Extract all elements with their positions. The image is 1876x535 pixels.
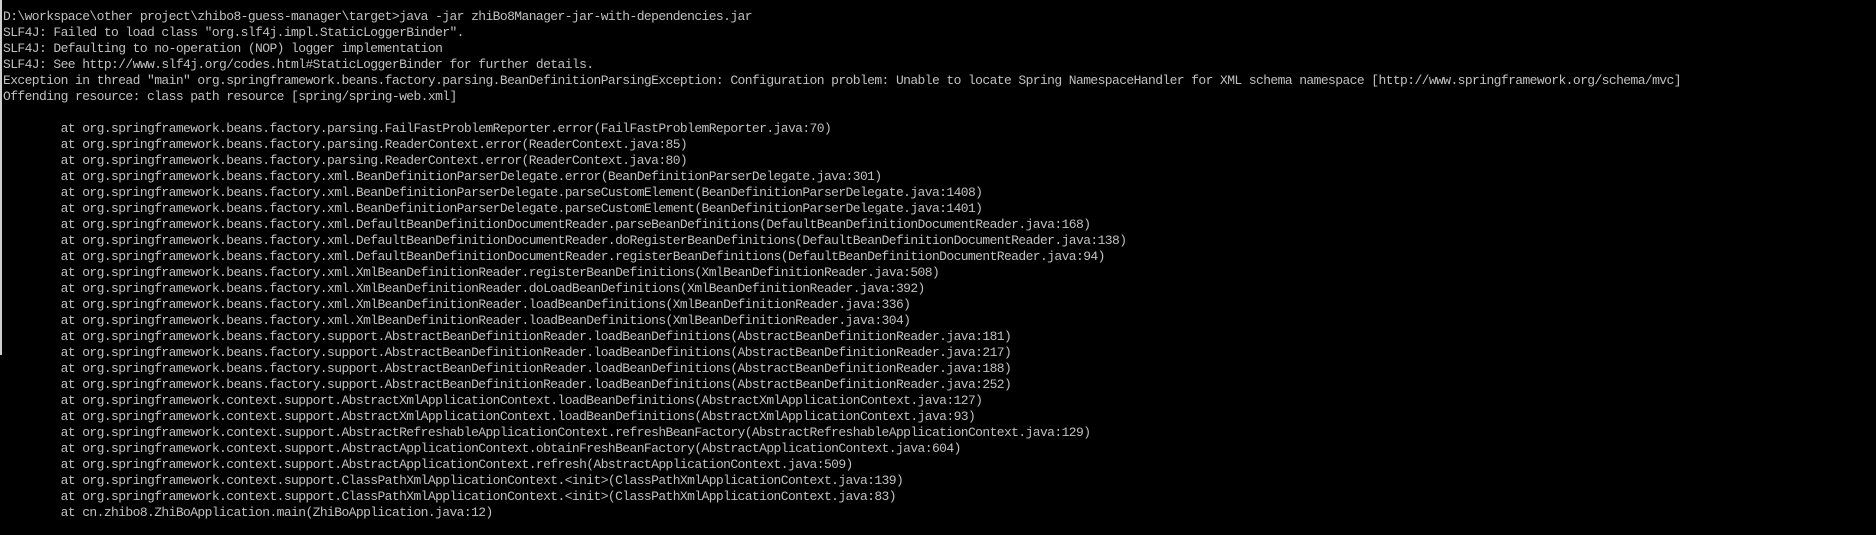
stack-frame: at org.springframework.beans.factory.xml…: [3, 313, 911, 328]
stack-frame: at org.springframework.beans.factory.sup…: [3, 329, 1012, 344]
log-line: SLF4J: Defaulting to no-operation (NOP) …: [3, 41, 443, 56]
stack-frame: at org.springframework.beans.factory.xml…: [3, 281, 926, 296]
stack-frame: at org.springframework.beans.factory.xml…: [3, 169, 883, 184]
stack-frame: at org.springframework.beans.factory.sup…: [3, 361, 1012, 376]
stack-frame: at cn.zhibo8.ZhiBoApplication.main(ZhiBo…: [3, 505, 494, 520]
stack-frame: at org.springframework.beans.factory.xml…: [3, 297, 911, 312]
stack-frame: at org.springframework.beans.factory.xml…: [3, 233, 1127, 248]
stack-frame: at org.springframework.context.support.A…: [3, 441, 962, 456]
stack-frame: at org.springframework.beans.factory.par…: [3, 137, 688, 152]
stack-frame: at org.springframework.beans.factory.par…: [3, 153, 688, 168]
stack-frame: at org.springframework.context.support.A…: [3, 457, 854, 472]
stack-frame: at org.springframework.beans.factory.xml…: [3, 265, 940, 280]
stack-frame: at org.springframework.beans.factory.xml…: [3, 201, 983, 216]
stack-frame: at org.springframework.context.support.A…: [3, 409, 976, 424]
stack-frame: at org.springframework.beans.factory.xml…: [3, 217, 1091, 232]
exception-line: Offending resource: class path resource …: [3, 89, 457, 104]
stack-frame: at org.springframework.context.support.A…: [3, 425, 1091, 440]
command-line: D:\workspace\other project\zhibo8-guess-…: [3, 9, 753, 24]
stack-frame: at org.springframework.beans.factory.xml…: [3, 249, 1106, 264]
selection-edge: [0, 0, 2, 355]
stack-frame: at org.springframework.beans.factory.sup…: [3, 345, 1012, 360]
stack-frame: at org.springframework.context.support.A…: [3, 393, 983, 408]
stack-frame: at org.springframework.beans.factory.sup…: [3, 377, 1012, 392]
console-window[interactable]: D:\workspace\other project\zhibo8-guess-…: [0, 0, 1876, 535]
stack-frame: at org.springframework.beans.factory.par…: [3, 121, 832, 136]
log-line: SLF4J: Failed to load class "org.slf4j.i…: [3, 25, 464, 40]
log-line: SLF4J: See http://www.slf4j.org/codes.ht…: [3, 57, 594, 72]
stack-frame: at org.springframework.context.support.C…: [3, 489, 897, 504]
stack-frame: at org.springframework.beans.factory.xml…: [3, 185, 983, 200]
stack-frame: at org.springframework.context.support.C…: [3, 473, 904, 488]
exception-line: Exception in thread "main" org.springfra…: [3, 73, 1682, 88]
console-output: D:\workspace\other project\zhibo8-guess-…: [3, 9, 1682, 521]
